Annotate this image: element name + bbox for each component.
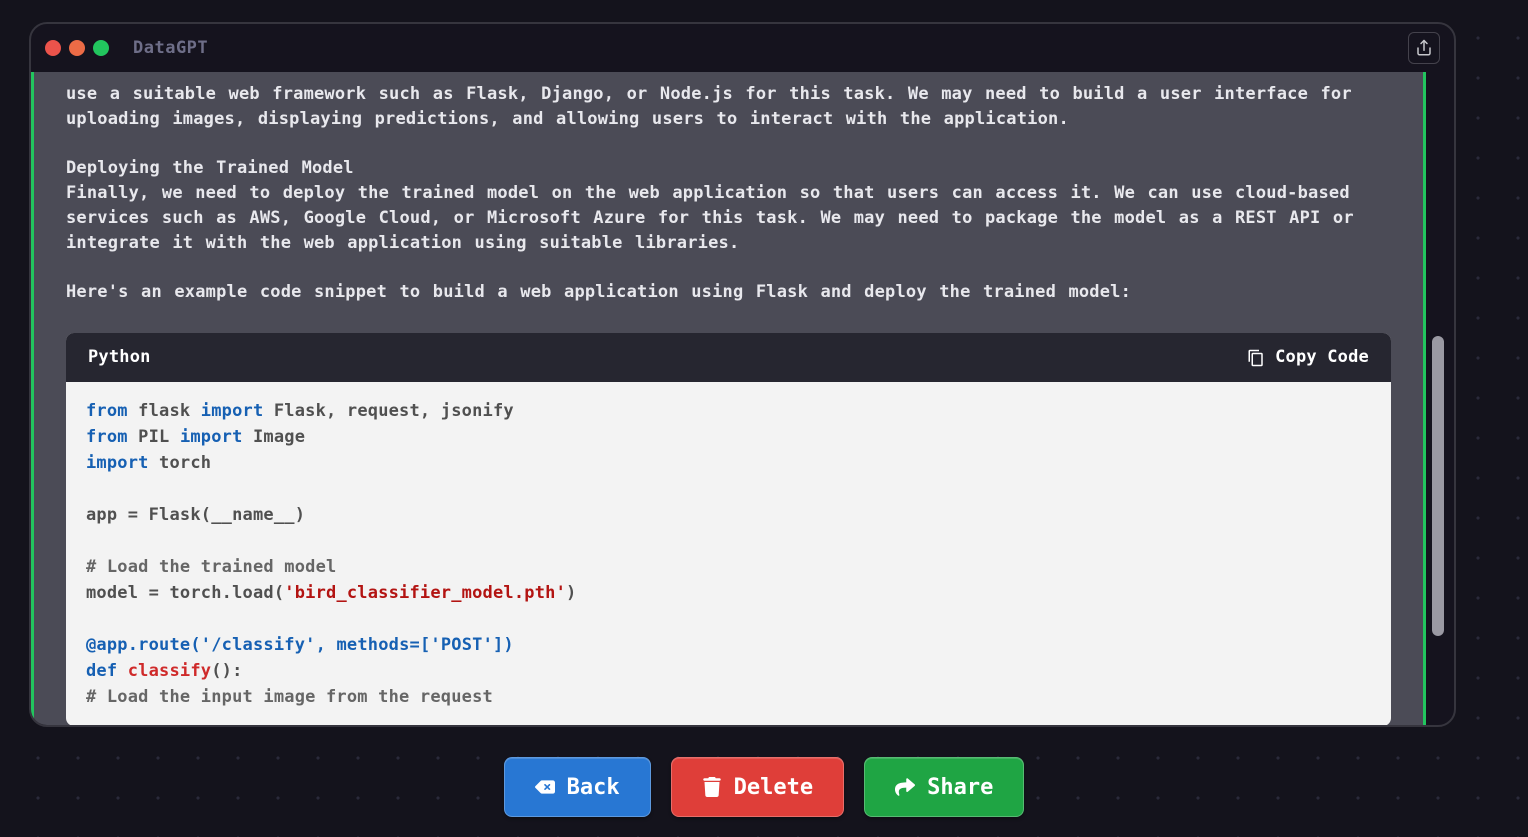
share-button[interactable]: Share	[864, 757, 1024, 817]
backspace-icon	[535, 777, 555, 797]
maximize-dot[interactable]	[93, 40, 109, 56]
delete-button[interactable]: Delete	[671, 757, 844, 817]
share-arrow-icon	[895, 777, 915, 797]
share-label: Share	[927, 775, 993, 800]
app-title: DataGPT	[133, 38, 208, 58]
code-block: Python Copy Code from flask import Flask…	[66, 333, 1391, 725]
copy-code-button[interactable]: Copy Code	[1247, 345, 1369, 370]
action-bar: Back Delete Share	[0, 757, 1528, 817]
delete-label: Delete	[734, 775, 813, 800]
response-content: use a suitable web framework such as Fla…	[31, 72, 1426, 725]
titlebar: DataGPT	[31, 24, 1454, 72]
scrollbar[interactable]	[1432, 72, 1450, 725]
back-label: Back	[567, 775, 620, 800]
app-window: DataGPT use a suitable web framework suc…	[29, 22, 1456, 727]
share-icon	[1415, 39, 1433, 57]
copy-code-label: Copy Code	[1275, 345, 1369, 370]
response-paragraph: use a suitable web framework such as Fla…	[66, 82, 1391, 132]
code-language-label: Python	[88, 345, 151, 370]
export-button[interactable]	[1408, 32, 1440, 64]
code-body: from flask import Flask, request, jsonif…	[66, 382, 1391, 725]
back-button[interactable]: Back	[504, 757, 651, 817]
response-paragraph: Here's an example code snippet to build …	[66, 280, 1391, 305]
scroll-thumb[interactable]	[1432, 336, 1444, 636]
window-controls: DataGPT	[45, 38, 208, 58]
minimize-dot[interactable]	[69, 40, 85, 56]
code-header: Python Copy Code	[66, 333, 1391, 382]
close-dot[interactable]	[45, 40, 61, 56]
response-heading: Deploying the Trained Model	[66, 156, 1391, 181]
trash-icon	[702, 777, 722, 797]
response-paragraph: Finally, we need to deploy the trained m…	[66, 181, 1391, 256]
copy-icon	[1247, 349, 1265, 367]
